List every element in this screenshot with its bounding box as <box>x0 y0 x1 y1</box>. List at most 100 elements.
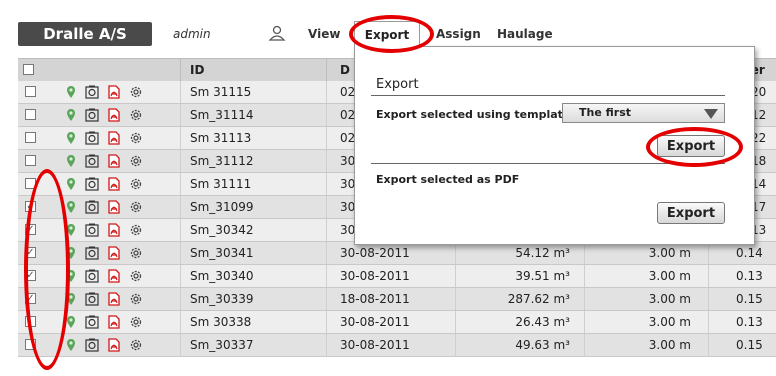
pdf-icon[interactable] <box>106 176 122 192</box>
row-checkbox[interactable] <box>25 86 36 97</box>
row-checkbox[interactable]: ✓ <box>25 247 36 258</box>
cell-id: Sm_30339 <box>190 292 254 306</box>
user-icon[interactable] <box>268 24 286 42</box>
gear-icon[interactable] <box>128 84 144 100</box>
menu-view[interactable]: View <box>308 27 340 41</box>
map-pin-icon[interactable] <box>63 245 79 261</box>
camera-icon[interactable] <box>84 176 100 192</box>
cell-last: 0.15 <box>736 338 763 352</box>
map-pin-icon[interactable] <box>63 222 79 238</box>
cell-divider <box>180 127 181 149</box>
row-checkbox[interactable] <box>25 132 36 143</box>
cell-divider <box>180 288 181 310</box>
row-checkbox[interactable] <box>25 339 36 350</box>
cell-divider <box>326 104 327 126</box>
table-row[interactable]: Sm_30337 30-08-2011 49.63 m³ 3.00 m 0.15 <box>18 334 776 357</box>
camera-icon[interactable] <box>84 314 100 330</box>
map-pin-icon[interactable] <box>63 176 79 192</box>
camera-icon[interactable] <box>84 153 100 169</box>
column-date[interactable]: D <box>340 59 350 81</box>
row-checkbox[interactable]: ✓ <box>25 293 36 304</box>
gear-icon[interactable] <box>128 130 144 146</box>
camera-icon[interactable] <box>84 130 100 146</box>
cell-divider <box>708 288 709 310</box>
cell-divider <box>180 242 181 264</box>
cell-divider <box>584 242 585 264</box>
camera-icon[interactable] <box>84 199 100 215</box>
gear-icon[interactable] <box>128 222 144 238</box>
gear-icon[interactable] <box>128 268 144 284</box>
table-row[interactable]: ✓ Sm_30340 30-08-2011 39.51 m³ 3.00 m 0.13 <box>18 265 776 288</box>
gear-icon[interactable] <box>128 153 144 169</box>
gear-icon[interactable] <box>128 314 144 330</box>
gear-icon[interactable] <box>128 245 144 261</box>
cell-divider <box>455 334 456 356</box>
cell-divider <box>708 311 709 333</box>
pdf-icon[interactable] <box>106 130 122 146</box>
map-pin-icon[interactable] <box>63 314 79 330</box>
row-checkbox[interactable]: ✓ <box>25 224 36 235</box>
map-pin-icon[interactable] <box>63 199 79 215</box>
cell-divider <box>326 127 327 149</box>
export-pdf-button[interactable]: Export <box>657 202 725 224</box>
row-checkbox[interactable] <box>25 109 36 120</box>
row-checkbox[interactable]: ✓ <box>25 270 36 281</box>
map-pin-icon[interactable] <box>63 337 79 353</box>
menu-assign[interactable]: Assign <box>436 27 481 41</box>
gear-icon[interactable] <box>128 176 144 192</box>
map-pin-icon[interactable] <box>63 268 79 284</box>
pdf-icon[interactable] <box>106 268 122 284</box>
menu-haulage[interactable]: Haulage <box>497 27 553 41</box>
camera-icon[interactable] <box>84 84 100 100</box>
pdf-icon[interactable] <box>106 222 122 238</box>
map-pin-icon[interactable] <box>63 130 79 146</box>
cell-divider <box>326 334 327 356</box>
gear-icon[interactable] <box>128 291 144 307</box>
dropdown-arrow-icon <box>704 109 718 119</box>
camera-icon[interactable] <box>84 337 100 353</box>
menu-export[interactable]: Export <box>354 21 420 48</box>
cell-date: 02 <box>340 131 356 145</box>
cell-divider <box>180 104 181 126</box>
cell-divider <box>708 242 709 264</box>
camera-icon[interactable] <box>84 268 100 284</box>
row-checkbox[interactable] <box>25 316 36 327</box>
pdf-icon[interactable] <box>106 84 122 100</box>
cell-date: 30 <box>340 177 356 191</box>
pdf-icon[interactable] <box>106 199 122 215</box>
camera-icon[interactable] <box>84 291 100 307</box>
cell-last: 0.15 <box>736 292 763 306</box>
camera-icon[interactable] <box>84 245 100 261</box>
cell-date: 30-08-2011 <box>340 338 410 352</box>
map-pin-icon[interactable] <box>63 291 79 307</box>
gear-icon[interactable] <box>128 107 144 123</box>
pdf-icon[interactable] <box>106 314 122 330</box>
pdf-icon[interactable] <box>106 291 122 307</box>
cell-divider <box>180 311 181 333</box>
map-pin-icon[interactable] <box>63 153 79 169</box>
pdf-icon[interactable] <box>106 245 122 261</box>
gear-icon[interactable] <box>128 199 144 215</box>
select-all-checkbox[interactable] <box>23 64 34 75</box>
camera-icon[interactable] <box>84 107 100 123</box>
gear-icon[interactable] <box>128 337 144 353</box>
table-row[interactable]: ✓ Sm_30341 30-08-2011 54.12 m³ 3.00 m 0.14 <box>18 242 776 265</box>
row-checkbox[interactable]: ✓ <box>25 201 36 212</box>
map-pin-icon[interactable] <box>63 107 79 123</box>
export-template-button[interactable]: Export <box>657 135 725 157</box>
cell-date: 30 <box>340 200 356 214</box>
table-row[interactable]: ✓ Sm_30339 18-08-2011 287.62 m³ 3.00 m 0.15 <box>18 288 776 311</box>
camera-icon[interactable] <box>84 222 100 238</box>
pdf-icon[interactable] <box>106 337 122 353</box>
row-checkbox[interactable] <box>25 178 36 189</box>
map-pin-icon[interactable] <box>63 84 79 100</box>
template-select-value: The first <box>579 106 632 119</box>
column-id[interactable]: ID <box>190 59 204 81</box>
cell-divider <box>584 334 585 356</box>
pdf-icon[interactable] <box>106 153 122 169</box>
pdf-icon[interactable] <box>106 107 122 123</box>
row-checkbox[interactable] <box>25 155 36 166</box>
template-select[interactable]: The first <box>562 103 725 123</box>
cell-date: 02 <box>340 85 356 99</box>
table-row[interactable]: Sm 30338 30-08-2011 26.43 m³ 3.00 m 0.13 <box>18 311 776 334</box>
